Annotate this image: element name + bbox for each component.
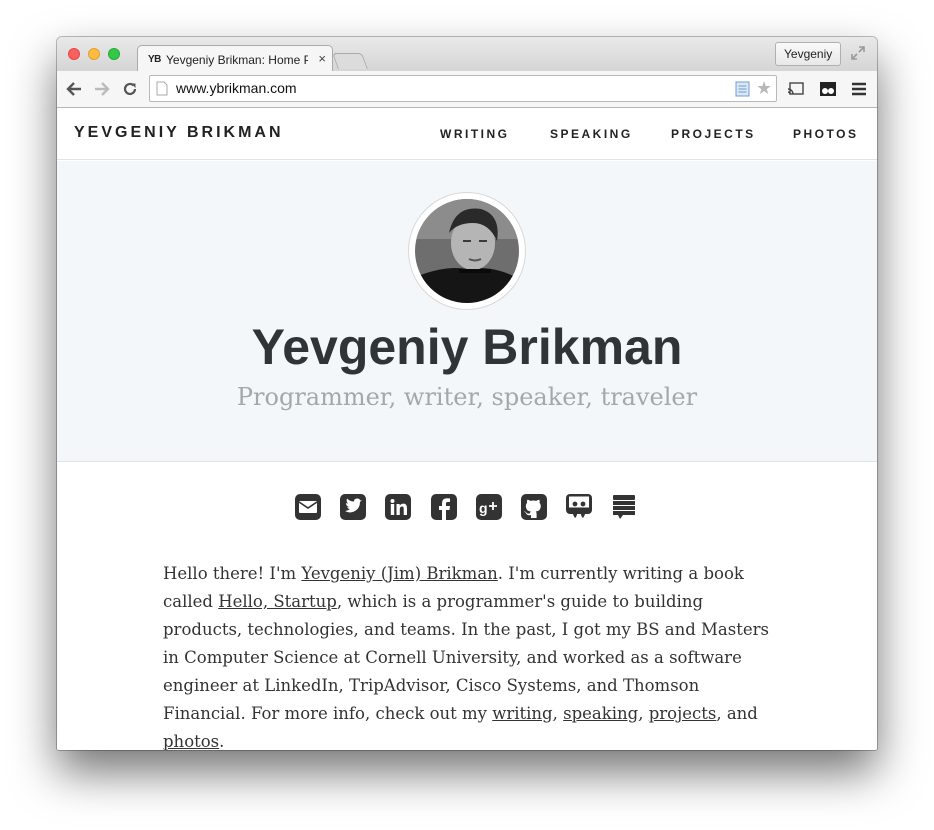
tab-strip: YB Yevgeniy Brikman: Home P × Yevgeniy bbox=[57, 37, 877, 72]
photos-link[interactable]: photos bbox=[163, 732, 219, 750]
bio-text: , bbox=[638, 704, 649, 723]
nav-photos[interactable]: PHOTOS bbox=[793, 127, 858, 141]
bio-text: . bbox=[219, 732, 225, 750]
cast-icon[interactable] bbox=[787, 80, 805, 98]
extension-icon[interactable] bbox=[819, 80, 837, 98]
close-window-button[interactable] bbox=[68, 48, 80, 60]
hero-name: Yevgeniy Brikman bbox=[251, 319, 683, 375]
nav-writing[interactable]: WRITING bbox=[440, 127, 510, 141]
bio-text: , and bbox=[716, 704, 758, 723]
browser-tab[interactable]: YB Yevgeniy Brikman: Home P × bbox=[137, 45, 333, 72]
minimize-window-button[interactable] bbox=[88, 48, 100, 60]
bio-paragraph: Hello there! I'm Yevgeniy (Jim) Brikman.… bbox=[163, 560, 783, 750]
google-plus-icon[interactable]: g bbox=[475, 493, 503, 521]
bio-text: , bbox=[552, 704, 564, 723]
browser-toolbar: www.ybrikman.com ★ bbox=[57, 71, 877, 108]
url-text: www.ybrikman.com bbox=[176, 80, 297, 96]
site-favicon-icon: YB bbox=[148, 54, 161, 65]
linkedin-icon[interactable] bbox=[384, 493, 412, 521]
bookmark-star-icon[interactable]: ★ bbox=[756, 78, 772, 99]
bio-text: Hello there! I'm bbox=[163, 564, 302, 583]
email-icon[interactable] bbox=[294, 493, 322, 521]
facebook-icon[interactable] bbox=[430, 493, 458, 521]
page-icon bbox=[156, 81, 168, 96]
hero-tagline: Programmer, writer, speaker, traveler bbox=[236, 383, 698, 411]
fullscreen-icon[interactable] bbox=[850, 45, 866, 61]
document-icon[interactable] bbox=[735, 81, 750, 97]
site-brand[interactable]: YEVGENIY BRIKMAN bbox=[74, 124, 284, 142]
projects-link[interactable]: projects bbox=[649, 704, 717, 723]
site-nav: YEVGENIY BRIKMAN WRITING SPEAKING PROJEC… bbox=[57, 108, 877, 160]
forward-arrow-icon[interactable] bbox=[93, 80, 111, 98]
github-icon[interactable] bbox=[520, 493, 548, 521]
close-tab-icon[interactable]: × bbox=[318, 51, 326, 66]
new-tab-button[interactable] bbox=[332, 53, 368, 69]
avatar bbox=[408, 192, 526, 310]
menu-icon[interactable] bbox=[850, 80, 868, 98]
slideshare-icon[interactable] bbox=[565, 493, 593, 521]
svg-text:g: g bbox=[479, 500, 488, 516]
name-link[interactable]: Yevgeniy (Jim) Brikman bbox=[301, 564, 497, 583]
twitter-icon[interactable] bbox=[339, 493, 367, 521]
back-arrow-icon[interactable] bbox=[65, 80, 83, 98]
web-page: YEVGENIY BRIKMAN WRITING SPEAKING PROJEC… bbox=[57, 108, 877, 750]
nav-projects[interactable]: PROJECTS bbox=[671, 127, 756, 141]
nav-speaking[interactable]: SPEAKING bbox=[550, 127, 633, 141]
book-link[interactable]: Hello, Startup bbox=[218, 592, 337, 611]
speaking-link[interactable]: speaking bbox=[563, 704, 638, 723]
browser-window: YB Yevgeniy Brikman: Home P × Yevgeniy w… bbox=[57, 37, 877, 750]
tab-title: Yevgeniy Brikman: Home P bbox=[166, 53, 308, 67]
profile-button[interactable]: Yevgeniy bbox=[775, 42, 842, 66]
address-bar[interactable]: www.ybrikman.com ★ bbox=[149, 75, 777, 102]
profile-photo bbox=[415, 199, 519, 303]
zoom-window-button[interactable] bbox=[108, 48, 120, 60]
hero-section: Yevgeniy Brikman Programmer, writer, spe… bbox=[57, 161, 877, 462]
writing-link[interactable]: writing bbox=[492, 704, 552, 723]
reload-icon[interactable] bbox=[121, 80, 139, 98]
stack-icon[interactable] bbox=[610, 493, 638, 521]
